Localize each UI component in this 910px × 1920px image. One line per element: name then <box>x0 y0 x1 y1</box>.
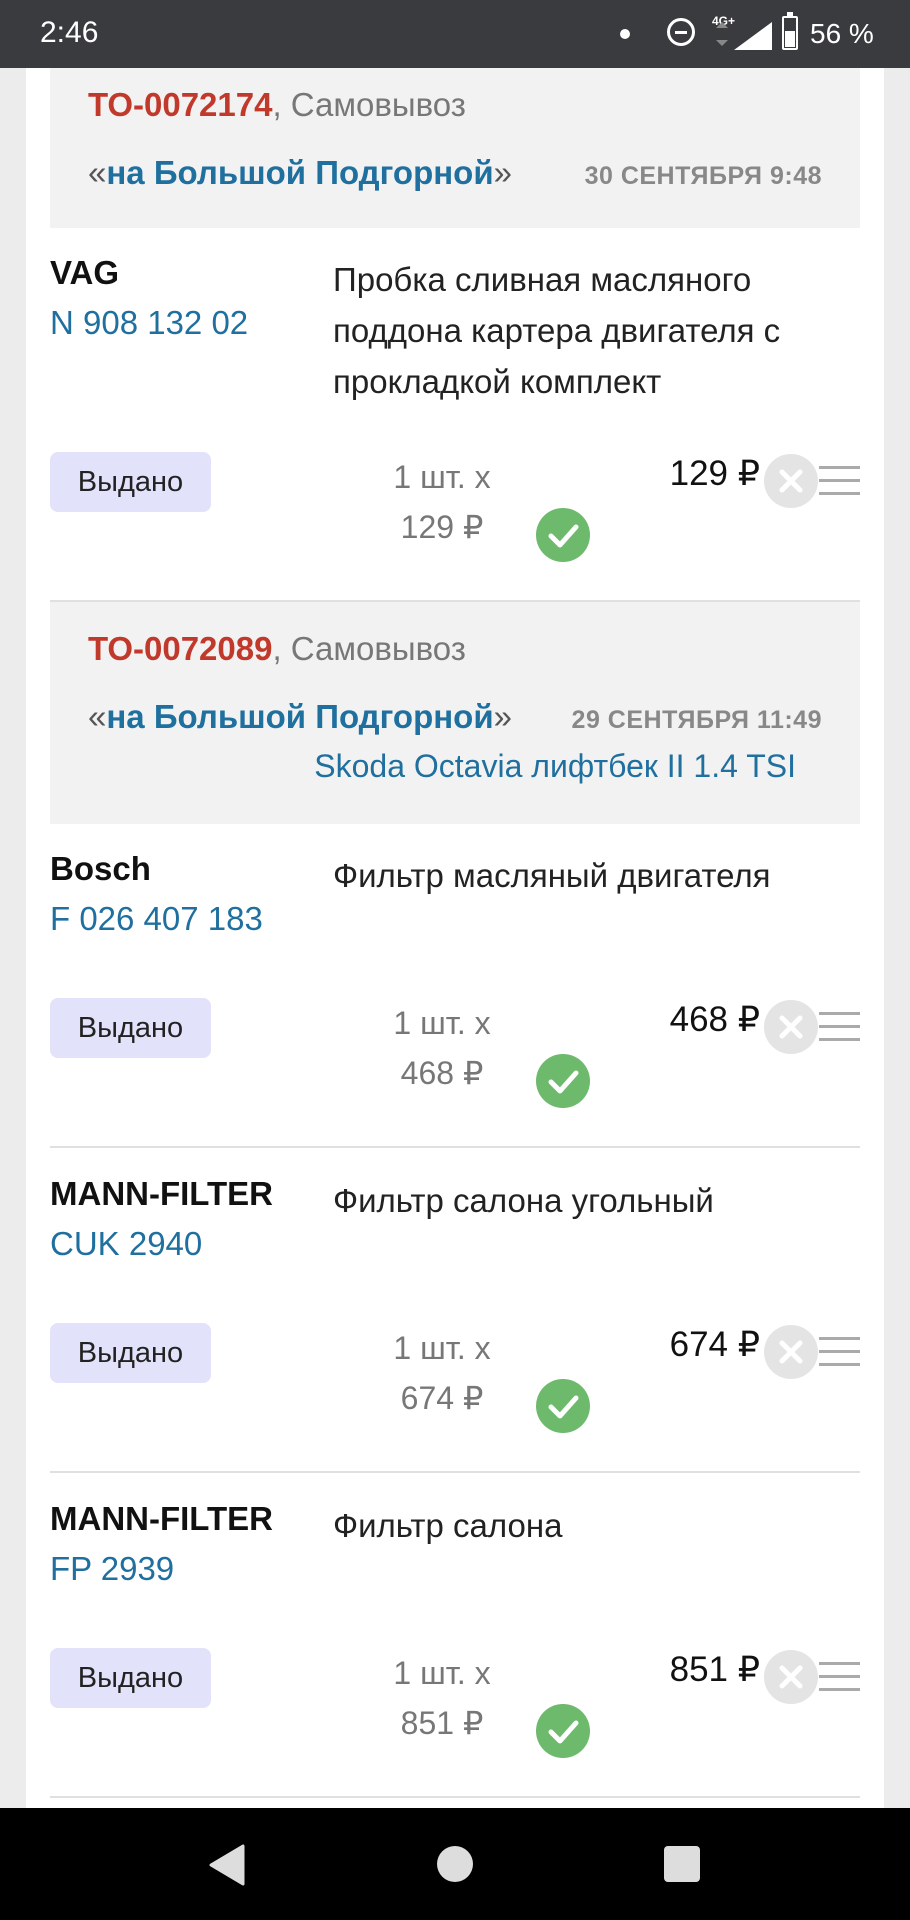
order-item: MANN-FILTER CUK 2940 Фильтр салона уголь… <box>50 1175 860 1475</box>
delivery-type: , Самовывоз <box>272 86 466 123</box>
signal-icon <box>716 22 772 50</box>
item-article-link[interactable]: FP 2939 <box>50 1550 174 1588</box>
order-item: MANN-FILTER FP 2939 Фильтр салона Выдано… <box>50 1500 860 1800</box>
store-link[interactable]: на Большой Подгорной <box>106 698 493 735</box>
item-unit-price: 674 ₽ <box>400 1380 484 1416</box>
status-bar: 2:46 4G+ 56 % <box>0 0 910 68</box>
order-id-link[interactable]: ТО-0072089 <box>88 630 272 667</box>
do-not-disturb-icon <box>667 18 695 46</box>
divider <box>50 1146 860 1148</box>
home-icon[interactable] <box>437 1846 473 1882</box>
status-badge[interactable]: Выдано <box>50 1323 211 1383</box>
check-circle-icon <box>536 1379 590 1433</box>
remove-circle-icon[interactable] <box>764 1000 818 1054</box>
navigation-bar <box>0 1808 910 1920</box>
item-article-link[interactable]: N 908 132 02 <box>50 304 248 342</box>
order-id-link[interactable]: ТО-0072174 <box>88 86 272 123</box>
check-circle-icon <box>536 1704 590 1758</box>
order-title: ТО-0072089, Самовывоз <box>88 630 466 668</box>
item-price: 674 ₽ <box>669 1325 760 1364</box>
order-date: 29 СЕНТЯБРЯ 11:49 <box>571 706 822 734</box>
menu-icon[interactable] <box>819 1337 860 1367</box>
item-unit-price: 851 ₽ <box>400 1705 484 1741</box>
battery-icon <box>782 12 798 50</box>
order-item: VAG N 908 132 02 Пробка сливная масляног… <box>50 254 860 604</box>
order-title: ТО-0072174, Самовывоз <box>88 86 466 124</box>
item-description: Фильтр масляный двигателя <box>333 857 771 894</box>
delivery-type: , Самовывоз <box>272 630 466 667</box>
car-link[interactable]: Skoda Octavia лифтбек II 1.4 TSI <box>314 748 796 785</box>
divider <box>50 1796 860 1798</box>
status-badge[interactable]: Выдано <box>50 452 211 512</box>
store-line: «на Большой Подгорной» <box>88 698 512 735</box>
battery-percent: 56 % <box>810 18 874 49</box>
orders-list: ТО-0072174, Самовывоз «на Большой Подгор… <box>26 68 884 1808</box>
status-badge[interactable]: Выдано <box>50 998 211 1058</box>
item-description: Фильтр салона угольный <box>333 1182 714 1219</box>
order-date: 30 СЕНТЯБРЯ 9:48 <box>584 162 822 190</box>
order-item: Bosch F 026 407 183 Фильтр масляный двиг… <box>50 850 860 1170</box>
item-article-link[interactable]: CUK 2940 <box>50 1225 202 1263</box>
notification-dot-icon <box>620 29 630 39</box>
store-link[interactable]: на Большой Подгорной <box>106 154 493 191</box>
back-icon[interactable] <box>207 1844 247 1886</box>
order-header: ТО-0072089, Самовывоз «на Большой Подгор… <box>50 602 860 824</box>
store-line: «на Большой Подгорной» <box>88 154 512 191</box>
divider <box>50 1471 860 1473</box>
item-unit-price: 468 ₽ <box>400 1055 484 1091</box>
item-qty: 1 шт. x <box>393 1655 491 1691</box>
menu-icon[interactable] <box>819 466 860 496</box>
item-brand: MANN-FILTER <box>50 1500 274 1537</box>
item-description: Фильтр салона <box>333 1507 563 1544</box>
item-description: Пробка сливная масляного поддона картера… <box>333 261 781 400</box>
check-circle-icon <box>536 508 590 562</box>
item-brand: Bosch <box>50 850 151 887</box>
recent-apps-icon[interactable] <box>664 1846 700 1882</box>
menu-icon[interactable] <box>819 1012 860 1042</box>
item-brand: VAG <box>50 254 120 291</box>
item-price: 129 ₽ <box>669 454 760 493</box>
remove-circle-icon[interactable] <box>764 454 818 508</box>
order-header: ТО-0072174, Самовывоз «на Большой Подгор… <box>50 68 860 228</box>
item-unit-price: 129 ₽ <box>400 509 484 545</box>
remove-circle-icon[interactable] <box>764 1325 818 1379</box>
remove-circle-icon[interactable] <box>764 1650 818 1704</box>
item-price: 468 ₽ <box>669 1000 760 1039</box>
item-brand: MANN-FILTER <box>50 1175 274 1212</box>
check-circle-icon <box>536 1054 590 1108</box>
item-price: 851 ₽ <box>669 1650 760 1689</box>
item-qty: 1 шт. x <box>393 1005 491 1041</box>
item-article-link[interactable]: F 026 407 183 <box>50 900 263 938</box>
menu-icon[interactable] <box>819 1662 860 1692</box>
item-qty: 1 шт. x <box>393 1330 491 1366</box>
item-qty: 1 шт. x <box>393 459 491 495</box>
status-time: 2:46 <box>40 16 99 49</box>
status-badge[interactable]: Выдано <box>50 1648 211 1708</box>
